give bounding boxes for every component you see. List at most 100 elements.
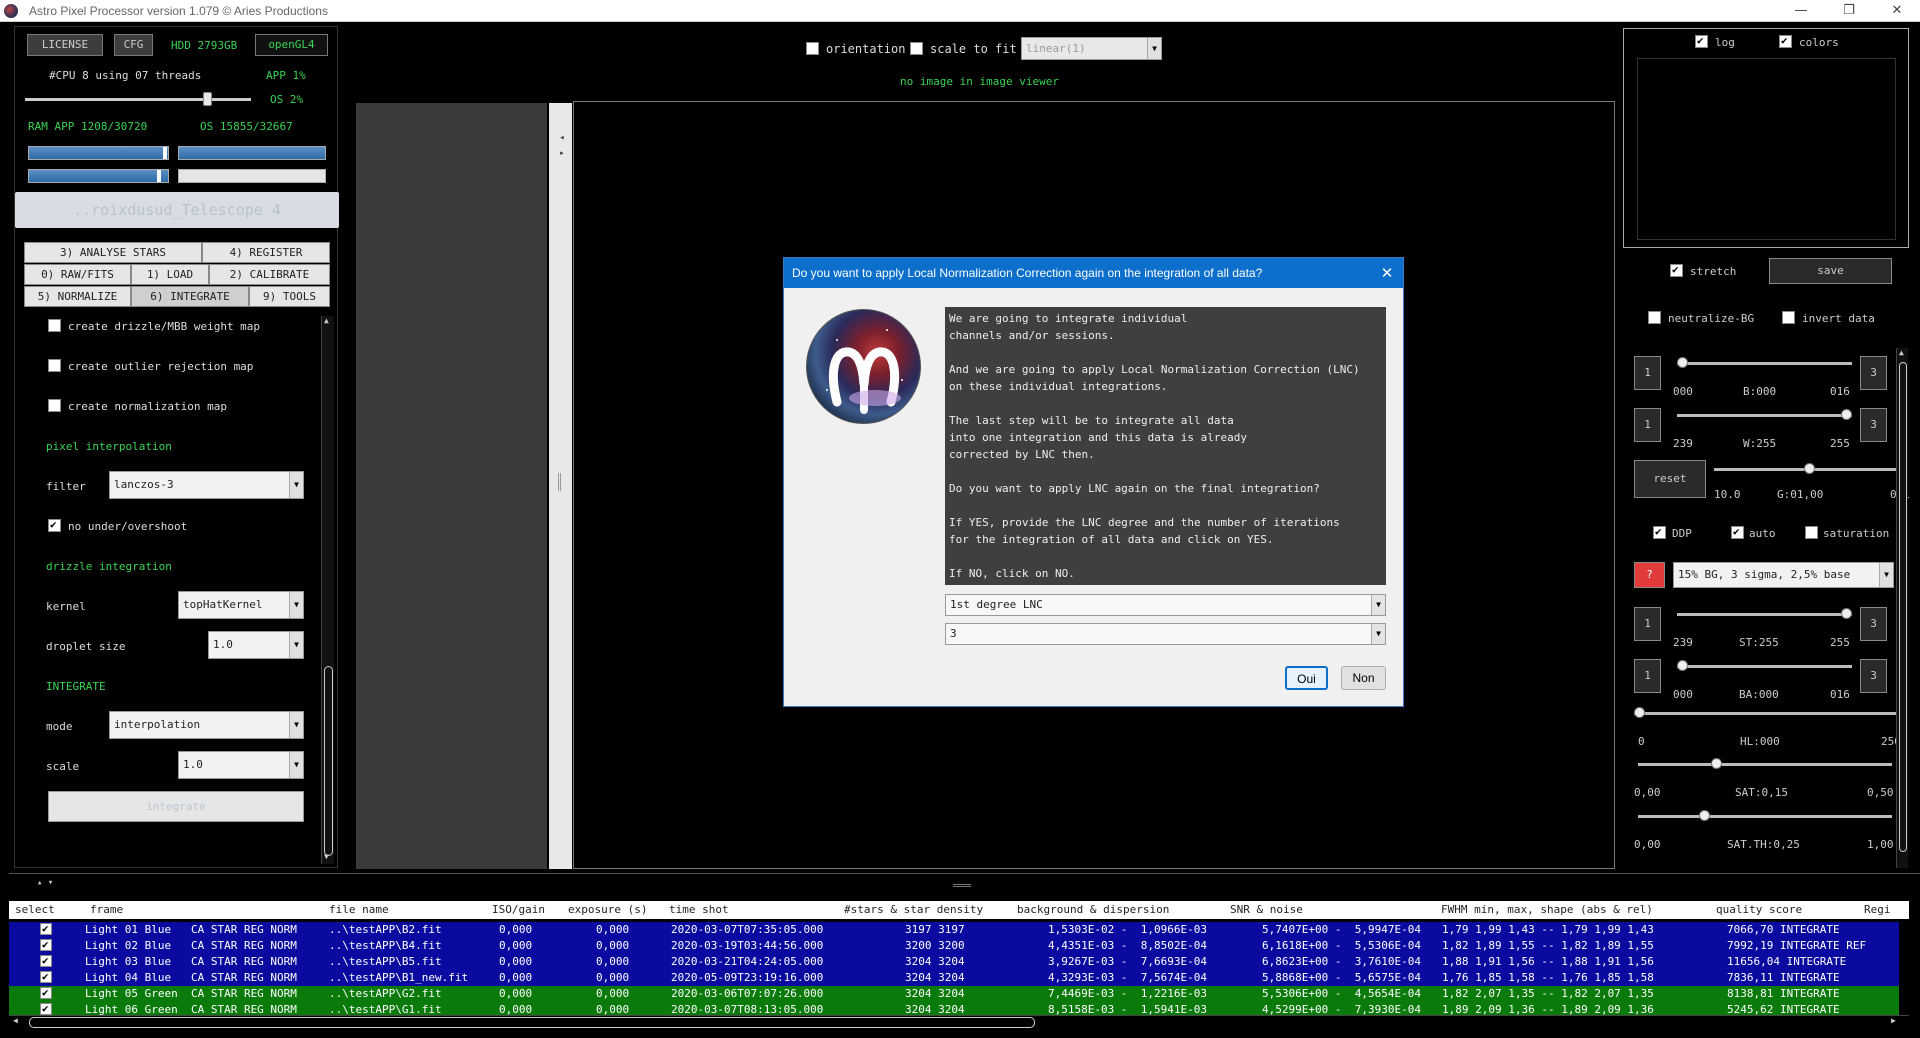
left-scroll-thumb[interactable] [324, 666, 333, 856]
save-button[interactable]: save [1769, 258, 1892, 284]
pane-splitter[interactable]: ◂ ▸ [549, 103, 572, 869]
ba-slider-thumb[interactable] [1677, 660, 1688, 671]
close-window-button[interactable]: ✕ [1874, 0, 1920, 22]
row-select-checkbox[interactable] [40, 970, 52, 983]
tab-calibrate[interactable]: 2) CALIBRATE [209, 264, 330, 285]
b-decrease-button[interactable]: 1 [1634, 356, 1661, 390]
scroll-left-icon[interactable]: ◀ [13, 1016, 18, 1025]
sat-slider-thumb[interactable] [1710, 758, 1722, 769]
kernel-select[interactable]: topHatKernel ▼ [178, 591, 304, 619]
scale-mode-select[interactable]: linear(1) ▼ [1021, 37, 1162, 60]
st-slider-thumb[interactable] [1841, 608, 1852, 619]
st-increase-button[interactable]: 3 [1860, 607, 1887, 641]
outlier-map-checkbox[interactable] [48, 359, 61, 372]
table-row[interactable]: Light 03 Blue CA STAR REG NORM ..\testAPP… [9, 954, 1899, 970]
reset-button[interactable]: reset [1634, 460, 1706, 498]
droplet-size-select[interactable]: 1.0 ▼ [208, 631, 304, 659]
collapse-arrows-icon[interactable]: ◂ ▸ [557, 133, 567, 158]
col-background[interactable]: background & dispersion [1017, 903, 1169, 916]
scale-to-fit-checkbox[interactable] [910, 42, 923, 55]
neutralize-bg-checkbox[interactable] [1648, 311, 1661, 324]
yes-button[interactable]: Oui [1285, 666, 1328, 690]
tab-normalize[interactable]: 5) NORMALIZE [24, 286, 131, 307]
cfg-button[interactable]: CFG [114, 34, 153, 56]
row-select-checkbox[interactable] [40, 922, 52, 935]
minimize-button[interactable]: — [1778, 0, 1824, 22]
filter-select[interactable]: lanczos-3 ▼ [109, 471, 304, 499]
no-button[interactable]: Non [1341, 666, 1386, 690]
g-slider-thumb[interactable] [1803, 463, 1815, 474]
right-scroll-thumb[interactable] [1899, 362, 1907, 852]
integrate-button[interactable]: integrate [48, 791, 304, 822]
sat-slider-track[interactable] [1638, 763, 1892, 766]
scroll-down-icon[interactable]: ▼ [324, 852, 333, 864]
invert-data-checkbox[interactable] [1782, 311, 1795, 324]
ddp-checkbox[interactable] [1653, 525, 1666, 539]
tab-register[interactable]: 4) REGISTER [202, 242, 330, 263]
col-select[interactable]: select [15, 903, 55, 916]
auto-checkbox[interactable] [1731, 525, 1744, 539]
cpu-threads-slider-track[interactable] [25, 98, 251, 101]
col-quality[interactable]: quality score [1716, 903, 1802, 916]
mode-select[interactable]: interpolation ▼ [109, 711, 304, 739]
st-slider-track[interactable] [1677, 613, 1852, 616]
st-decrease-button[interactable]: 1 [1634, 607, 1661, 641]
tab-integrate[interactable]: 6) INTEGRATE [131, 286, 249, 307]
normalization-map-checkbox[interactable] [48, 399, 61, 412]
splitter-grip-icon[interactable] [558, 473, 561, 491]
satth-slider-track[interactable] [1638, 815, 1892, 818]
cpu-threads-slider-thumb[interactable] [202, 92, 212, 106]
right-scrollbar[interactable]: ▲ [1896, 348, 1908, 868]
left-scrollbar[interactable]: ▲ ▼ [321, 316, 334, 864]
row-select-checkbox[interactable] [40, 1002, 52, 1015]
tab-load[interactable]: 1) LOAD [131, 264, 209, 285]
col-file-name[interactable]: file name [329, 903, 389, 916]
opengl-button[interactable]: openGL4 [255, 34, 328, 56]
ddp-preset-select[interactable]: 15% BG, 3 sigma, 2,5% base ▼ [1673, 562, 1894, 588]
row-select-checkbox[interactable] [40, 986, 52, 999]
ba-decrease-button[interactable]: 1 [1634, 659, 1661, 693]
overshoot-checkbox[interactable] [48, 518, 61, 532]
drizzle-map-checkbox[interactable] [48, 319, 61, 332]
log-checkbox[interactable] [1695, 34, 1708, 48]
horizontal-scrollbar[interactable]: ◀ ▶ [9, 1015, 1909, 1029]
ba-increase-button[interactable]: 3 [1860, 659, 1887, 693]
panel-grip-icon[interactable] [953, 884, 971, 887]
b-increase-button[interactable]: 3 [1860, 356, 1887, 390]
scale-select[interactable]: 1.0 ▼ [178, 751, 304, 779]
table-row[interactable]: Light 01 Blue CA STAR REG NORM ..\testAPP… [9, 922, 1899, 938]
help-button[interactable]: ? [1634, 562, 1665, 588]
col-exposure[interactable]: exposure (s) [568, 903, 647, 916]
satth-slider-thumb[interactable] [1698, 810, 1710, 821]
scroll-up-icon[interactable]: ▲ [1899, 348, 1904, 357]
tab-raw-fits[interactable]: 0) RAW/FITS [24, 264, 131, 285]
col-iso-gain[interactable]: ISO/gain [492, 903, 545, 916]
w-slider-thumb[interactable] [1841, 409, 1852, 420]
horizontal-scroll-thumb[interactable] [29, 1017, 1035, 1028]
table-row[interactable]: Light 04 Blue CA STAR REG NORM ..\testAPP… [9, 970, 1899, 986]
w-decrease-button[interactable]: 1 [1634, 408, 1661, 442]
w-increase-button[interactable]: 3 [1860, 408, 1887, 442]
license-button[interactable]: LICENSE [27, 34, 103, 56]
col-time-shot[interactable]: time shot [669, 903, 729, 916]
scroll-up-icon[interactable]: ▲ [324, 316, 333, 328]
b-slider-thumb[interactable] [1677, 357, 1688, 368]
col-registration[interactable]: Regi [1864, 903, 1891, 916]
dialog-close-icon[interactable]: ✕ [1377, 258, 1397, 288]
hl-slider-track[interactable] [1634, 712, 1906, 715]
col-snr[interactable]: SNR & noise [1230, 903, 1303, 916]
panel-toggle-icon[interactable]: ▴ ▾ [37, 878, 53, 888]
table-row[interactable]: Light 02 Blue CA STAR REG NORM ..\testAPP… [9, 938, 1899, 954]
orientation-checkbox[interactable] [806, 42, 819, 55]
lnc-degree-select[interactable]: 1st degree LNC ▼ [945, 594, 1386, 616]
tab-analyse-stars[interactable]: 3) ANALYSE STARS [24, 242, 202, 263]
scroll-right-icon[interactable]: ▶ [1891, 1016, 1896, 1025]
hl-slider-thumb[interactable] [1634, 707, 1645, 718]
lnc-iterations-select[interactable]: 3 ▼ [945, 623, 1386, 645]
w-slider-track[interactable] [1677, 414, 1852, 417]
table-row[interactable]: Light 05 Green CA STAR REG NORM ..\testAP… [9, 986, 1899, 1002]
tab-tools[interactable]: 9) TOOLS [249, 286, 330, 307]
col-stars[interactable]: #stars & star density [844, 903, 983, 916]
ba-slider-track[interactable] [1677, 665, 1852, 668]
colors-checkbox[interactable] [1779, 34, 1792, 48]
